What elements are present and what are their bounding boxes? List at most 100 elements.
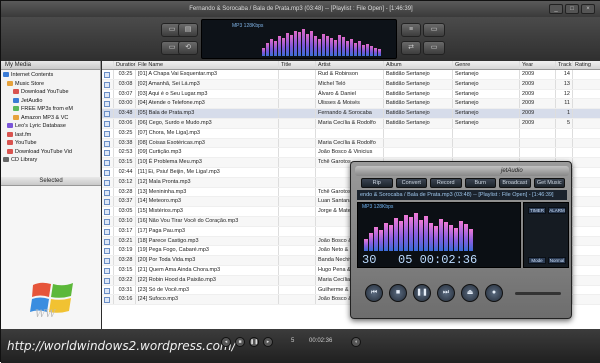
spectrum-bar (449, 224, 453, 251)
table-cell (279, 99, 316, 109)
table-cell: [18] Parece Castigo.mp3 (136, 236, 279, 246)
audio-file-icon (104, 297, 110, 304)
table-cell (520, 138, 556, 148)
tree-item[interactable]: Download YouTube Vid (3, 148, 100, 157)
table-cell (279, 158, 316, 167)
skin-stop-icon[interactable]: ■ (389, 284, 407, 302)
spectrum-bar (318, 38, 321, 56)
skin-button[interactable]: ▭ (423, 41, 445, 55)
skin-tab[interactable]: Burn (464, 178, 496, 188)
table-row[interactable]: 03:00 [04] Atende o Telefone.mp3 Ulisses &… (102, 99, 600, 110)
table-cell: [07] Chora, Me Liga].mp3 (136, 128, 279, 138)
column-header[interactable]: Genre (453, 61, 520, 69)
skin-tabs: Rip Convert Record Burn Broadcast Get Music (361, 178, 565, 188)
table-cell: [02] Amanhã, Sei Lá.mp3 (136, 79, 279, 89)
skin-brand: jetAudio (501, 168, 523, 174)
skin-tab[interactable]: Convert (395, 178, 427, 188)
table-row[interactable]: 03:38 [08] Coisas Esotéricas.mp3 Maria Cec… (102, 138, 600, 149)
timer-button[interactable]: TIMER (528, 207, 546, 214)
stop-icon[interactable]: ■ (235, 337, 245, 347)
folder-icon[interactable]: ▤ (178, 23, 198, 37)
column-header[interactable]: Rating (573, 61, 600, 69)
audio-file-icon (104, 287, 110, 294)
skin-next-icon[interactable]: ⏭ (437, 284, 455, 302)
maximize-button[interactable]: □ (565, 4, 579, 14)
table-cell: [14] Meteoro.mp3 (136, 197, 279, 207)
column-header[interactable] (102, 61, 114, 69)
skin-tab[interactable]: Record (430, 178, 462, 188)
file-icon (102, 148, 114, 158)
repeat-icon[interactable]: ⟲ (178, 41, 198, 55)
spectrum-bar (326, 35, 329, 56)
tree-item[interactable]: FREE MP3s from eM (3, 105, 100, 114)
next-icon[interactable]: ▸ (263, 337, 273, 347)
skin-tab[interactable]: Rip (361, 178, 393, 188)
mini-display: MP3 128Kbps (201, 19, 397, 59)
table-row[interactable]: 03:07 [03] Aqui é o Seu Lugar.mp3 Álvaro &… (102, 89, 600, 100)
file-icon (102, 275, 114, 285)
column-header[interactable]: File Name (136, 61, 279, 69)
settings-button[interactable]: ▭ (423, 23, 445, 37)
table-cell (279, 285, 316, 295)
prev-icon[interactable]: ◂ (221, 337, 231, 347)
table-cell (453, 148, 520, 158)
tree-item[interactable]: YouTube (3, 139, 100, 148)
spectrum-bar (429, 223, 433, 251)
column-header[interactable]: Track (556, 61, 573, 69)
column-header[interactable]: Artist (316, 61, 384, 69)
tree-item[interactable]: Download YouTube (3, 88, 100, 97)
table-row[interactable]: 03:25 [07] Chora, Me Liga].mp3 (102, 128, 600, 139)
skin-tab[interactable]: Get Music (533, 178, 565, 188)
table-row[interactable]: 02:53 [09] Curtição.mp3 João Bosco & Vinic… (102, 148, 600, 159)
skin-prev-icon[interactable]: ⏮ (365, 284, 383, 302)
table-cell (573, 207, 600, 216)
column-header[interactable]: Album (384, 61, 453, 69)
spectrum-bar (424, 215, 428, 251)
table-cell: [20] Por Toda Vida.mp3 (136, 256, 279, 265)
spectrum-bar (334, 39, 337, 56)
table-row[interactable]: 03:08 [02] Amanhã, Sei Lá.mp3 Michel Teló B… (102, 79, 600, 90)
table-row[interactable]: 03:25 [01] A Chapa Vai Esquentar.mp3 Rud &… (102, 70, 600, 80)
close-button[interactable]: × (581, 4, 595, 14)
tree-item[interactable]: last.fm (3, 131, 100, 140)
spectrum-bar (419, 219, 423, 251)
table-cell: 03:28 (114, 256, 136, 265)
table-row[interactable]: 03:06 [06] Cego, Surdo e Mudo.mp3 Maria Ce… (102, 118, 600, 129)
minimize-button[interactable]: _ (549, 4, 563, 14)
tree-item[interactable]: Internet Contents (3, 71, 100, 80)
skin-record-icon[interactable]: ● (485, 284, 503, 302)
pause-icon[interactable]: ❚❚ (249, 337, 259, 347)
spectrum-bar (274, 41, 277, 56)
tree-item[interactable]: CD Library (3, 156, 100, 165)
skin-pause-icon[interactable]: ❚❚ (413, 284, 431, 302)
audio-file-icon (104, 277, 110, 284)
table-cell (279, 226, 316, 236)
tree-item-label: Leo's Lyric Database (15, 123, 66, 129)
table-cell: 03:05 (114, 207, 136, 216)
skin-open-icon[interactable]: ⏏ (461, 284, 479, 302)
alarm-button[interactable]: ALARM (548, 207, 566, 214)
tree-item[interactable]: JetAudio (3, 97, 100, 106)
shuffle-icon[interactable]: ⇄ (401, 41, 421, 55)
tree-item-icon (13, 97, 19, 103)
volume-icon[interactable]: ◖ (351, 337, 361, 347)
skin-volume-slider[interactable] (515, 292, 561, 295)
tree-item[interactable]: Amazon MP3 & VC (3, 114, 100, 123)
tree-item[interactable]: Music Store (3, 80, 100, 89)
column-header[interactable]: Duration (114, 61, 136, 69)
svg-text:WW: WW (35, 309, 56, 319)
skin-controls: ⏮ ■ ❚❚ ⏭ ⏏ ● (365, 284, 561, 304)
bottom-track-number: 5 (291, 338, 295, 344)
table-cell: [01] A Chapa Vai Esquentar.mp3 (136, 70, 279, 79)
skin-bitrate: MP3 128Kbps (362, 204, 394, 210)
table-row[interactable]: 03:48 [05] Bala de Prata.mp3 Fernando & So… (102, 109, 600, 119)
eq-icon[interactable]: ≡ (401, 23, 421, 37)
mode-button[interactable]: Mode (528, 257, 546, 264)
skin-tab[interactable]: Broadcast (499, 178, 531, 188)
column-header[interactable]: Year (520, 61, 556, 69)
column-header[interactable]: Title (279, 61, 316, 69)
spectrum-bar (346, 40, 349, 56)
table-cell (556, 138, 573, 148)
normal-button[interactable]: Normal (548, 257, 566, 264)
tree-item[interactable]: Leo's Lyric Database (3, 122, 100, 131)
